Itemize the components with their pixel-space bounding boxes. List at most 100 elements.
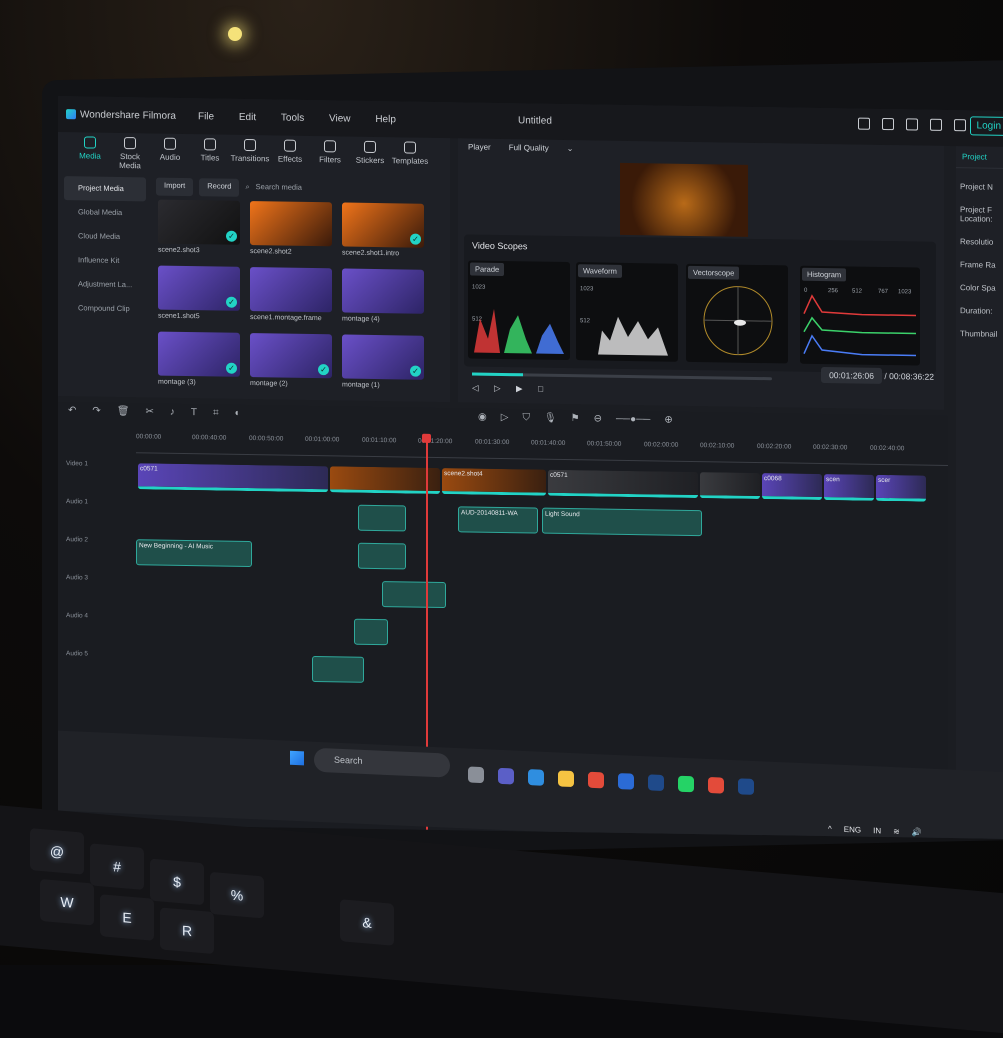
vectorscope-select[interactable]: Vectorscope [688,266,739,280]
windows-start-icon[interactable] [290,751,304,766]
tab-titles[interactable]: Titles [190,138,230,175]
menu-tools[interactable]: Tools [281,112,304,123]
whatsapp-icon[interactable] [678,776,694,793]
redo-icon[interactable]: ↷ [92,406,100,420]
scissors-icon[interactable]: ✂ [145,406,153,420]
render-icon[interactable]: ◉ [478,412,487,423]
tab-transitions[interactable]: Transitions [230,139,270,176]
tab-filters[interactable]: Filters [310,140,350,177]
sidebar-item-compound-clip[interactable]: Compound Clip [64,296,146,321]
timeline-ruler[interactable]: 00:00:0000:00:40:0000:00:50:0000:01:00:0… [136,431,948,466]
volume-icon[interactable]: 🔊 [912,828,922,837]
task-view-icon[interactable] [468,766,484,783]
parade-select[interactable]: Parade [470,262,504,276]
timeline-audio-clip[interactable] [354,619,388,646]
shield-icon[interactable]: ⛉ [522,412,530,423]
timeline-video-clip[interactable]: scen [824,474,874,501]
timeline-audio-clip[interactable]: Light Sound [542,508,702,537]
media-clip[interactable]: ✓scene2.shot1.intro [342,202,424,261]
media-clip[interactable]: montage (4) [342,268,424,327]
sidebar-item-cloud-media[interactable]: Cloud Media [64,224,146,249]
timeline-audio-clip[interactable] [358,543,406,570]
media-clip[interactable]: ✓montage (2) [250,333,332,392]
text-icon[interactable]: T [191,407,197,421]
stop-icon[interactable]: □ [538,384,543,394]
monitor-icon[interactable] [858,118,870,130]
sidebar-item-influence-kit[interactable]: Influence Kit [64,248,146,273]
sidebar-item-project-media[interactable]: Project Media [64,176,146,201]
zoom-out-icon[interactable]: ⊖ [594,413,602,424]
menu-edit[interactable]: Edit [239,111,256,122]
filmora-active-icon[interactable] [738,778,754,795]
media-clip[interactable]: ✓montage (1) [342,334,424,393]
timeline-video-clip[interactable]: scene2.shot4 [442,468,546,496]
record-button[interactable]: Record [199,178,239,197]
timeline-video-clip[interactable]: scer [876,475,926,502]
color-icon[interactable]: ◐ [235,408,241,422]
timeline-video-clip[interactable]: c0571 [548,470,698,498]
delete-icon[interactable]: 🗑 [117,406,130,420]
filmora-taskbar-icon[interactable] [648,774,664,791]
timeline-audio-clip[interactable] [358,505,406,532]
media-clip[interactable]: scene1.montage.frame [250,267,332,326]
timeline-video-clip[interactable]: c0571 [138,463,328,492]
media-search-input[interactable]: Search media [256,179,302,198]
video-preview[interactable] [620,163,748,237]
menu-view[interactable]: View [329,113,351,124]
save-icon[interactable] [882,118,894,130]
media-clip[interactable]: scene2.shot2 [250,201,332,260]
sidebar-item-adjustment-layer[interactable]: Adjustment La... [64,272,146,297]
edge-icon[interactable] [528,769,544,786]
media-clip[interactable]: ✓scene2.shot3 [158,200,240,259]
taskbar-search[interactable]: Search [314,748,450,778]
tab-audio[interactable]: Audio [150,137,190,174]
menu-help[interactable]: Help [375,113,396,124]
import-button[interactable]: Import [156,178,193,197]
word-icon[interactable] [618,773,634,790]
audio-icon[interactable]: ♪ [170,407,175,421]
project-tab[interactable]: Project [956,146,1003,169]
timeline-audio-clip[interactable] [312,656,364,683]
headset-icon[interactable] [930,119,942,131]
quality-select[interactable]: Full Quality [509,143,549,154]
login-button[interactable]: Login [970,116,1003,136]
prev-frame-icon[interactable]: ◁ [472,383,479,394]
player-label: Player [468,142,491,152]
media-clip[interactable]: ✓scene1.shot5 [158,266,240,325]
zoom-slider[interactable]: ──●── [616,414,650,426]
layout-icon[interactable] [954,119,966,131]
mic-icon[interactable]: 🎙 [544,413,557,424]
timeline-audio-clip[interactable]: New Beginning - AI Music [136,539,252,567]
chrome-icon[interactable] [588,772,604,789]
playback-progress-bar[interactable] [472,373,772,381]
sidebar-item-global-media[interactable]: Global Media [64,200,146,225]
tab-effects[interactable]: Effects [270,139,310,176]
play-icon[interactable]: ▶ [516,383,523,394]
next-frame-icon[interactable]: ▷ [494,383,501,394]
timeline-video-clip[interactable] [330,466,440,494]
wifi-icon[interactable]: ≋ [893,827,900,836]
media-clip[interactable]: ✓montage (3) [158,332,240,391]
chrome-profile-icon[interactable] [708,777,724,794]
waveform-select[interactable]: Waveform [578,264,622,278]
undo-icon[interactable]: ↶ [68,405,76,419]
chevron-up-icon[interactable]: ^ [828,824,832,833]
timeline-video-clip[interactable]: c0068 [762,473,822,500]
timeline-video-clip[interactable] [700,472,760,499]
marker-icon[interactable]: ⚑ [571,413,580,424]
timeline-audio-clip[interactable]: AUD-20140811-WA [458,506,538,533]
menu-file[interactable]: File [198,111,214,122]
histogram-select[interactable]: Histogram [802,268,846,282]
file-explorer-icon[interactable] [558,770,574,787]
lang-indicator[interactable]: ENG [844,825,861,835]
tab-media[interactable]: Media [70,136,110,173]
tab-stock-media[interactable]: Stock Media [110,137,150,174]
tab-templates[interactable]: Templates [390,141,430,178]
play-circle-icon[interactable]: ▷ [501,412,509,423]
timeline-audio-clip[interactable] [382,581,446,608]
cloud-icon[interactable] [906,118,918,130]
teams-icon[interactable] [498,768,514,785]
zoom-in-icon[interactable]: ⊕ [664,415,672,426]
crop-icon[interactable]: ⌗ [213,407,219,421]
tab-stickers[interactable]: Stickers [350,141,390,178]
